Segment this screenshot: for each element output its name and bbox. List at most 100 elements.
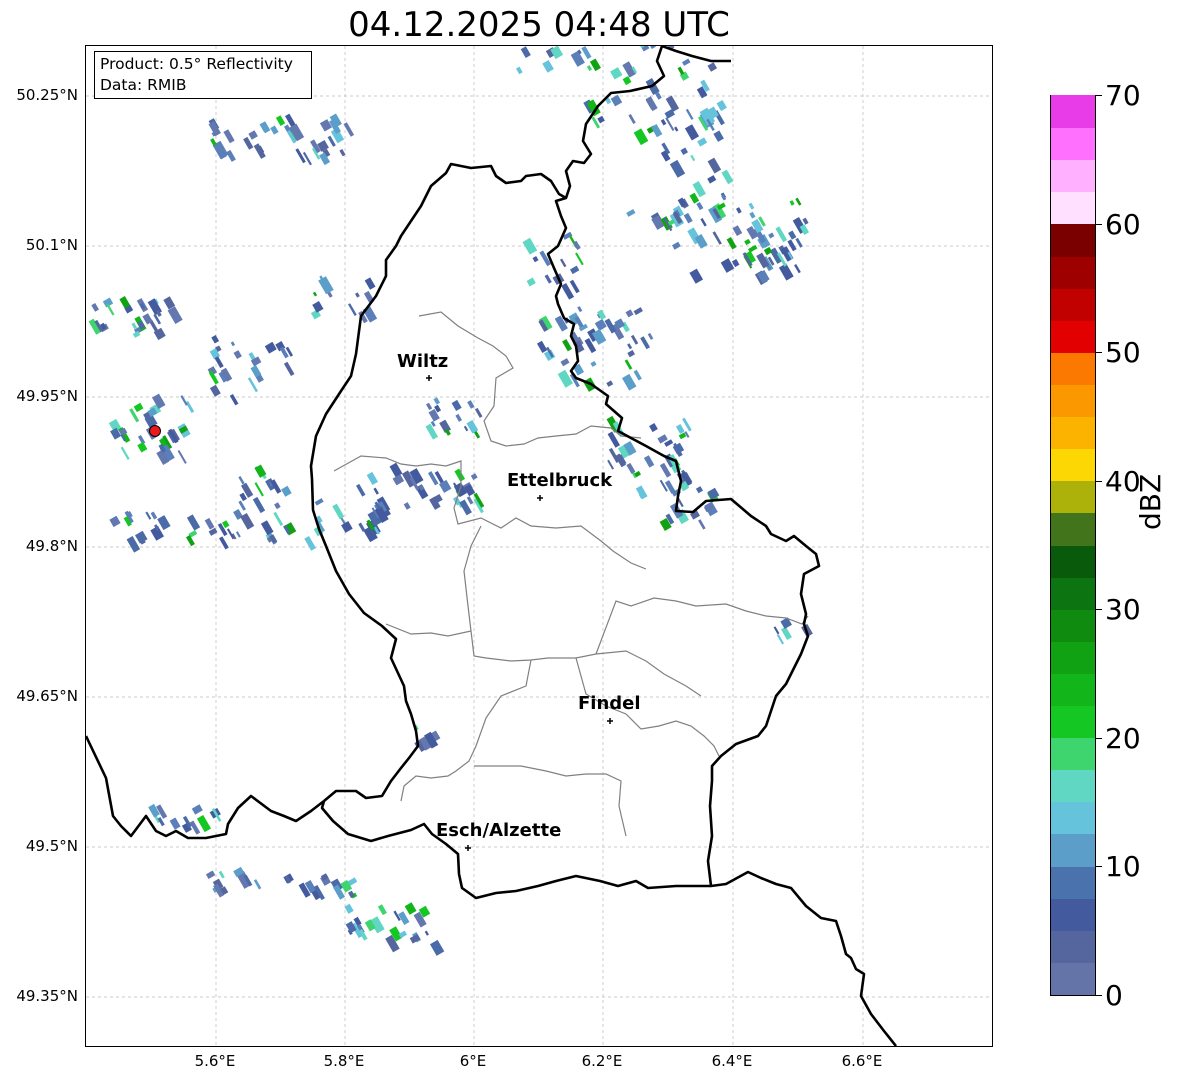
colorbar-tick [1096,738,1102,739]
colorbar-segment [1051,255,1095,289]
radar-echo [205,870,216,879]
radar-echo [696,201,704,211]
radar-echo [134,530,148,544]
radar-echo [348,303,357,317]
radar-echo [726,237,737,250]
dbz-colorbar [1050,95,1096,996]
radar-echo [682,417,692,432]
radar-echo [700,217,707,227]
radar-echo [575,252,584,266]
colorbar-segment [1051,320,1095,353]
radar-site-marker [149,425,161,437]
colorbar-segment [1051,384,1095,418]
x-tick-label: 5.6°E [194,1052,236,1070]
radar-echo [713,130,724,142]
colorbar-segment [1051,352,1095,385]
radar-echo [281,485,292,497]
radar-echo [716,100,727,112]
y-tick-label: 49.65°N [16,687,78,705]
radar-echo [403,502,411,510]
radar-echo [649,423,658,433]
radar-echo [204,517,215,530]
radar-echo [684,124,700,141]
radar-echo [233,350,242,360]
radar-echo [675,424,685,434]
radar-echo [248,130,258,140]
city-label-findel: Findel [578,693,641,714]
radar-echo [226,149,236,162]
radar-echo [581,46,592,60]
colorbar-segment [1051,673,1095,707]
radar-echo [455,413,463,422]
colorbar-segment [1051,609,1095,642]
radar-echo [253,143,266,159]
radar-echo [373,487,379,495]
colorbar-segment [1051,191,1095,225]
radar-echo [610,67,623,80]
radar-echo [404,902,417,915]
colorbar-segment [1051,544,1095,578]
x-tick-label: 6.6°E [841,1052,883,1070]
radar-echo [356,483,366,497]
radar-echo [590,360,597,367]
colorbar-segment [1051,930,1095,963]
colorbar-tick-label: 60 [1105,208,1141,241]
radar-echo [625,309,634,318]
radar-echo [314,498,324,506]
radar-echo [169,817,181,830]
radar-echo [312,291,318,297]
radar-echo [643,455,655,468]
radar-echo [470,473,478,481]
radar-echo [451,399,462,411]
radar-echo [312,300,324,313]
radar-echo [273,511,284,527]
colorbar-tick [1096,95,1102,96]
radar-echo [789,200,795,206]
city-label-esch-alzette: Esch/Alzette [436,820,562,841]
colorbar-segment [1051,769,1095,803]
radar-echo [150,511,158,520]
data-source-label: Data: RMIB [100,76,187,94]
colorbar-segment [1051,416,1095,450]
radar-echo [211,334,220,344]
product-info-box: Product: 0.5° Reflectivity Data: RMIB [94,51,312,99]
country-borders [86,46,898,1046]
radar-echo [366,471,378,486]
radar-echo [238,500,246,511]
radar-echo [788,230,797,240]
radar-echo [562,339,573,352]
radar-echo [189,820,201,835]
radar-echo [191,804,203,815]
radar-echo [594,318,607,331]
radar-echo [627,349,636,358]
radar-echo [665,117,675,132]
map-title: 04.12.2025 04:48 UTC [348,5,730,45]
radar-echo [120,446,130,460]
radar-echo [640,336,651,350]
colorbar-tick [1096,352,1102,353]
product-label: Product: 0.5° Reflectivity [100,55,293,73]
radar-echo [606,380,614,387]
radar-echo [238,475,245,485]
radar-map[interactable] [85,45,993,1047]
radar-echo [697,137,708,147]
radar-echo [778,263,794,281]
radar-echo [607,459,615,470]
radar-echo [707,175,717,184]
radar-echo [253,879,262,890]
radar-echo [775,226,788,243]
radar-echo [683,212,693,224]
radar-echo [230,341,236,347]
y-tick-label: 50.25°N [16,86,78,104]
radar-echo [647,332,654,340]
radar-echo [157,515,171,531]
colorbar-segment [1051,833,1095,867]
radar-echo [698,519,706,530]
radar-echo [648,46,656,50]
colorbar-segment [1051,288,1095,321]
city-label-wiltz: Wiltz [397,351,449,372]
radar-echo [392,474,405,486]
radar-echo [633,369,642,381]
radar-echo [474,407,483,418]
city-label-ettelbruck: Ettelbruck [507,470,613,491]
